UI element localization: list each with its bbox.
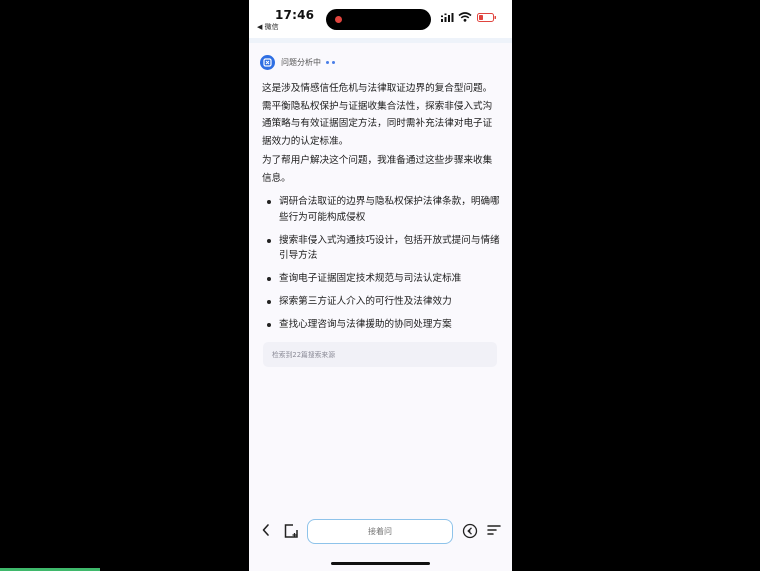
ai-logo-icon (260, 54, 275, 70)
list-item: 查找心理咨询与法律援助的协同处理方案 (262, 317, 502, 333)
loading-dots-icon (326, 60, 335, 64)
bottom-toolbar (249, 514, 512, 571)
list-item: 查询电子证据固定技术规范与司法认定标准 (262, 271, 502, 287)
new-chat-icon[interactable] (283, 523, 299, 539)
battery-icon (477, 13, 496, 22)
list-item: 调研合法取证的边界与隐私权保护法律条款，明确哪些行为可能构成侵权 (262, 194, 502, 225)
recording-dot-icon (335, 16, 342, 23)
bullet-icon (267, 277, 271, 281)
voice-icon[interactable] (462, 523, 478, 539)
analysis-status: 问题分析中 (260, 54, 335, 70)
analysis-paragraph: 这是涉及情感信任危机与法律取证边界的复合型问题。需平衡隐私权保护与证据收集合法性… (262, 83, 493, 147)
signal-icon (441, 13, 454, 22)
menu-icon[interactable] (487, 523, 501, 537)
step-text: 探索第三方证人介入的可行性及法律效力 (279, 296, 452, 307)
follow-up-input[interactable] (307, 519, 453, 544)
plan-steps-list: 调研合法取证的边界与隐私权保护法律条款，明确哪些行为可能构成侵权 搜索非侵入式沟… (262, 194, 502, 340)
phone-screen: 17:46 ◀ 微信 问题分析中 这是涉及情感信任危机与法律取证边界的复合型问题… (249, 0, 512, 571)
wifi-icon (458, 12, 472, 22)
back-to-app-link[interactable]: ◀ 微信 (257, 22, 279, 32)
status-bar: 17:46 ◀ 微信 (249, 0, 512, 38)
step-text: 查询电子证据固定技术规范与司法认定标准 (279, 273, 462, 284)
chat-content: 问题分析中 这是涉及情感信任危机与法律取证边界的复合型问题。需平衡隐私权保护与证… (249, 44, 512, 514)
plan-intro-paragraph: 为了帮用户解决这个问题，我准备通过这些步骤来收集信息。 (262, 155, 493, 184)
step-text: 调研合法取证的边界与隐私权保护法律条款，明确哪些行为可能构成侵权 (279, 196, 500, 223)
bullet-icon (267, 300, 271, 304)
dynamic-island (326, 9, 431, 30)
chevron-left-icon[interactable] (261, 522, 271, 538)
step-text: 搜索非侵入式沟通技巧设计，包括开放式提问与情绪引导方法 (279, 234, 500, 262)
bullet-icon (267, 200, 271, 204)
list-item: 探索第三方证人介入的可行性及法律效力 (262, 294, 502, 310)
header-divider (249, 38, 512, 43)
list-item: 搜索非侵入式沟通技巧设计，包括开放式提问与情绪引导方法 (262, 233, 502, 264)
search-sources-panel[interactable]: 检索到22篇搜索来源 (263, 342, 497, 367)
analysis-status-text: 问题分析中 (281, 57, 321, 67)
status-time: 17:46 (275, 8, 315, 22)
search-sources-text: 检索到22篇搜索来源 (272, 351, 336, 359)
bullet-icon (267, 323, 271, 327)
bullet-icon (267, 238, 271, 243)
home-indicator[interactable] (331, 562, 430, 565)
step-text: 查找心理咨询与法律援助的协同处理方案 (279, 319, 452, 330)
